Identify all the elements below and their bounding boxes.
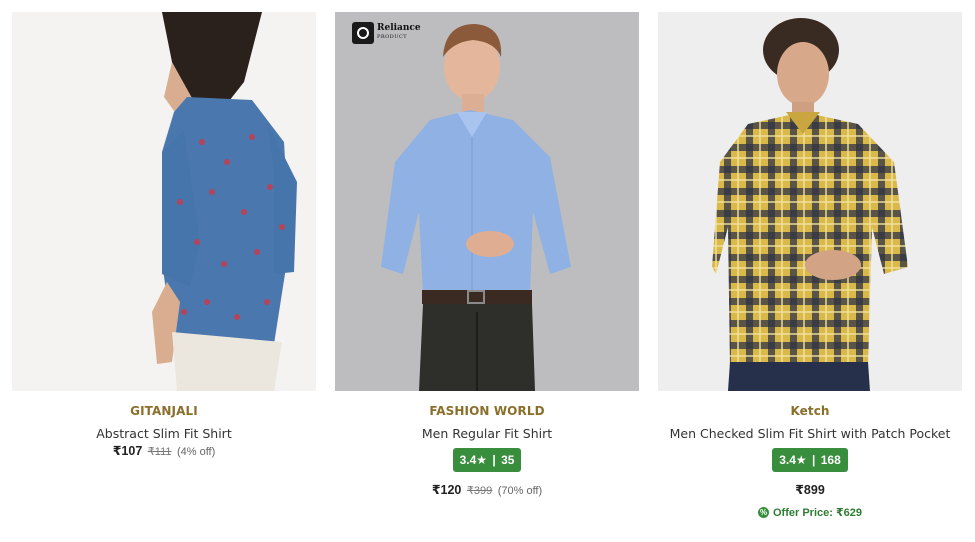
product-image[interactable]: Reliance PRODUCT (335, 12, 639, 391)
product-brand: Ketch (790, 404, 830, 418)
price-line: ₹120 ₹399 (70% off) (335, 483, 639, 499)
rating-count: 35 (501, 453, 515, 467)
product-photo-blue-printed-top (12, 12, 316, 391)
badge-subtitle: PRODUCT (377, 34, 408, 40)
product-image[interactable] (12, 12, 316, 391)
badge-title: Reliance (377, 23, 421, 33)
product-card[interactable]: GITANJALI Abstract Slim Fit Shirt ₹107 ₹… (12, 12, 316, 460)
product-title[interactable]: Abstract Slim Fit Shirt (12, 426, 316, 441)
reliance-product-badge: Reliance PRODUCT (352, 22, 421, 44)
product-card[interactable]: Ketch Men Checked Slim Fit Shirt with Pa… (658, 12, 962, 519)
product-price: ₹107 (112, 444, 143, 458)
rating-separator: | (492, 453, 496, 467)
product-title[interactable]: Men Regular Fit Shirt (335, 426, 639, 441)
product-photo-light-blue-shirt (335, 12, 639, 391)
offer-price-line: % Offer Price: ₹629 (658, 506, 962, 519)
product-mrp: ₹111 (147, 446, 172, 458)
product-mrp: ₹399 (466, 485, 493, 497)
product-title[interactable]: Men Checked Slim Fit Shirt with Patch Po… (658, 426, 962, 441)
rating-badge[interactable]: 3.4★ | 35 (452, 448, 522, 472)
product-discount: (4% off) (176, 446, 216, 458)
star-icon: ★ (795, 453, 807, 467)
rating-count: 168 (820, 453, 841, 467)
price-line: ₹899 (658, 483, 962, 498)
rating-value: 3.4 (779, 453, 796, 467)
product-photo-checked-shirt (658, 12, 962, 391)
product-brand: GITANJALI (130, 404, 198, 418)
reliance-logo-icon (352, 22, 374, 44)
offer-tag-icon: % (758, 507, 769, 518)
product-discount: (70% off) (497, 485, 543, 497)
product-card[interactable]: Reliance PRODUCT FASHION WORLD Men Regul… (335, 12, 639, 499)
product-brand: FASHION WORLD (429, 404, 545, 418)
offer-price: Offer Price: ₹629 (773, 507, 862, 519)
rating-value: 3.4 (459, 453, 477, 467)
product-price: ₹120 (431, 483, 462, 497)
rating-badge[interactable]: 3.4★ | 168 (772, 448, 848, 472)
star-icon: ★ (476, 453, 488, 467)
product-price: ₹899 (795, 483, 825, 497)
rating-separator: | (812, 453, 816, 467)
price-line: ₹107 ₹111 (4% off) (12, 444, 316, 460)
product-image[interactable] (658, 12, 962, 391)
